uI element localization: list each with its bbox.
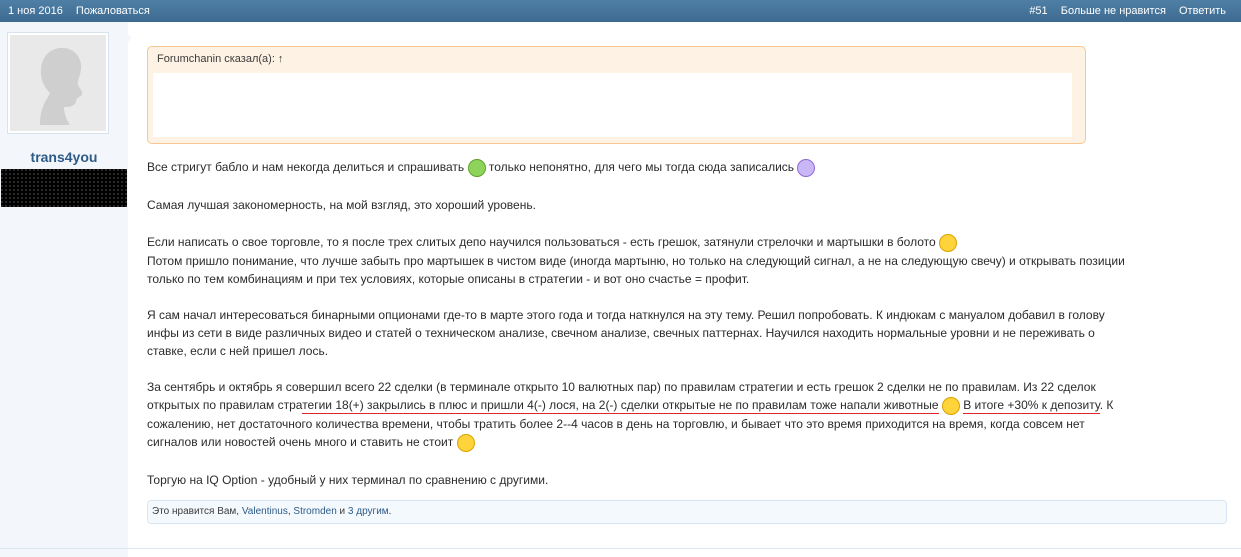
liker-link[interactable]: Valentinus [242, 506, 288, 517]
message-text: Торгую на IQ Option - удобный у них терм… [147, 473, 549, 487]
liker-link[interactable]: Stromden [293, 506, 336, 517]
others-link[interactable]: 3 другим [348, 506, 389, 517]
likes-suffix: . [388, 506, 392, 517]
smile-icon [941, 396, 960, 415]
nerd-icon [797, 158, 816, 177]
report-link[interactable]: Пожаловаться [76, 5, 150, 17]
message-paragraph-4: Я сам начал интересоваться бинарными опц… [147, 306, 1237, 360]
message-paragraph-1: Все стригут бабло и нам некогда делиться… [147, 158, 1237, 177]
post-header-bar: 1 ноя 2016 Пожаловаться #51 Больше не нр… [0, 0, 1241, 22]
message-text: Самая лучшая закономерность, на мой взгл… [147, 198, 536, 212]
grin-icon [467, 158, 486, 177]
divider [0, 548, 1241, 549]
message-paragraph-6: Торгую на IQ Option - удобный у них терм… [147, 471, 1237, 489]
message-paragraph-3: Если написать о свое торговле, то я посл… [147, 233, 1237, 288]
message-text: сожалению, нет достаточного количества в… [147, 416, 1085, 431]
underlined-text: тегии 18(+) закрылись в плюс и пришли 4(… [302, 398, 939, 414]
post-number-link[interactable]: #51 [1029, 5, 1047, 17]
default-avatar-icon [10, 35, 106, 131]
likes-conj: и [339, 506, 346, 517]
smile-icon [939, 233, 957, 252]
likes-prefix: Это нравится Вам, [152, 506, 240, 517]
user-info-pane: trans4you [0, 22, 128, 557]
post-meta-right: #51 Больше не нравится Ответить [1029, 5, 1226, 17]
message-text: только непонятно, для чего мы тогда сюда… [488, 160, 795, 174]
quote-body [153, 73, 1072, 137]
message-text: ставке, если с ней пришел лось. [147, 344, 329, 358]
message-text: Все стригут бабло и нам некогда делиться… [147, 160, 465, 174]
unlike-link[interactable]: Больше не нравится [1061, 5, 1166, 17]
post-content: Forumchanin сказал(а): ↑ Все стригут баб… [136, 22, 1236, 557]
message-text: . К [1099, 398, 1114, 412]
post-date[interactable]: 1 ноя 2016 [8, 5, 63, 17]
message-text: За сентябрь и октябрь я совершил всего 2… [147, 380, 1096, 394]
message-text: открытых по правилам стра [147, 398, 303, 412]
reply-link[interactable]: Ответить [1179, 5, 1226, 17]
message-text: Я сам начал интересоваться бинарными опц… [147, 308, 1105, 322]
message-text: Если написать о свое торговле, то я посл… [147, 235, 936, 249]
underlined-text: В итоге +30% к депозиту [963, 398, 1100, 414]
quote-author[interactable]: Forumchanin сказал(а): ↑ [157, 53, 283, 65]
message-text: инфы из сети в виде различных видео и ст… [147, 326, 1095, 340]
message-paragraph-5: За сентябрь и октябрь я совершил всего 2… [147, 378, 1237, 452]
post-meta-left: 1 ноя 2016 Пожаловаться [8, 5, 150, 17]
message-text: Потом пришло понимание, что лучше забыть… [147, 253, 1125, 268]
avatar[interactable] [7, 32, 109, 134]
likes-summary: Это нравится Вам, Valentinus, Stromden и… [152, 506, 392, 517]
likes-bar: Это нравится Вам, Valentinus, Stromden и… [147, 500, 1227, 524]
quote-block: Forumchanin сказал(а): ↑ [147, 46, 1086, 144]
message-text: сигналов или новостей очень много и став… [147, 434, 454, 449]
message-text: только по тем комбинациям и при тех усло… [147, 271, 750, 286]
username-link[interactable]: trans4you [0, 149, 128, 165]
pane-arrow [126, 32, 132, 44]
message-paragraph-2: Самая лучшая закономерность, на мой взгл… [147, 196, 1237, 214]
smile-icon [456, 433, 475, 452]
user-banner [1, 169, 127, 207]
